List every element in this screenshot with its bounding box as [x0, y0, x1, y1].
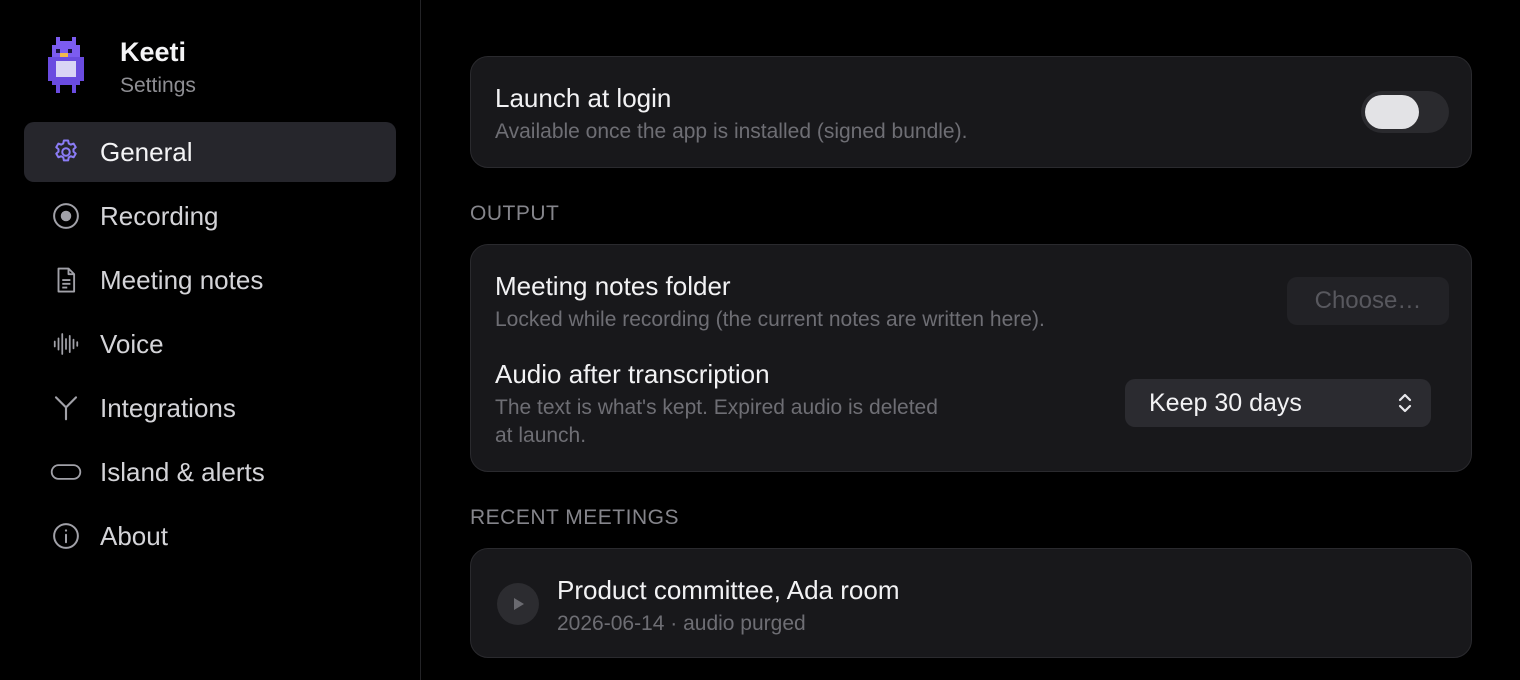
sidebar-item-island-alerts[interactable]: Island & alerts	[24, 442, 396, 502]
launch-at-login-description: Available once the app is installed (sig…	[495, 120, 968, 143]
sidebar-item-meeting-notes[interactable]: Meeting notes	[24, 250, 396, 310]
sidebar-item-voice[interactable]: Voice	[24, 314, 396, 374]
keeti-bird-logo	[48, 37, 84, 93]
sidebar-item-label: Meeting notes	[100, 264, 264, 295]
sidebar-item-label: General	[100, 136, 193, 167]
choose-folder-button[interactable]: Choose…	[1287, 277, 1449, 325]
audio-after-transcription-title: Audio after transcription	[495, 359, 770, 389]
sidebar-item-label: Island & alerts	[100, 456, 265, 487]
info-icon	[50, 520, 82, 552]
app-name: Keeti	[120, 37, 187, 67]
pill-icon	[50, 456, 82, 488]
settings-window: Keeti Settings General Recording Meeting…	[0, 0, 1520, 680]
sidebar-nav: General Recording Meeting notes Voice In…	[24, 122, 396, 570]
meeting-title: Product committee, Ada room	[557, 575, 900, 605]
toggle-knob	[1365, 95, 1419, 129]
sidebar: Keeti Settings General Recording Meeting…	[0, 0, 421, 680]
audio-retention-value: Keep 30 days	[1149, 388, 1302, 417]
record-icon	[50, 200, 82, 232]
launch-at-login-toggle[interactable]	[1361, 91, 1449, 133]
sidebar-item-recording[interactable]: Recording	[24, 186, 396, 246]
launch-at-login-card: Launch at login Available once the app i…	[470, 56, 1472, 168]
general-settings-pane: Launch at login Available once the app i…	[422, 0, 1520, 680]
sidebar-item-label: Recording	[100, 200, 219, 231]
meeting-notes-folder-title: Meeting notes folder	[495, 271, 731, 301]
gear-icon	[50, 136, 82, 168]
audio-retention-select[interactable]: Keep 30 days	[1125, 379, 1431, 427]
meeting-meta: 2026-06-14 · audio purged	[557, 612, 806, 635]
waveform-icon	[50, 328, 82, 360]
output-card: Meeting notes folder Locked while record…	[470, 244, 1472, 472]
launch-at-login-title: Launch at login	[495, 83, 672, 113]
play-icon[interactable]	[497, 583, 539, 625]
sidebar-item-integrations[interactable]: Integrations	[24, 378, 396, 438]
recent-meetings-card: Product committee, Ada room 2026-06-14 ·…	[470, 548, 1472, 658]
sidebar-item-about[interactable]: About	[24, 506, 396, 566]
sidebar-item-label: Integrations	[100, 392, 236, 423]
brand-header: Keeti Settings	[48, 36, 196, 98]
output-section-label: OUTPUT	[470, 202, 560, 225]
recent-meetings-section-label: RECENT MEETINGS	[470, 506, 679, 529]
sidebar-item-label: About	[100, 520, 168, 551]
meeting-notes-folder-description: Locked while recording (the current note…	[495, 308, 1045, 331]
fork-icon	[50, 392, 82, 424]
sidebar-item-general[interactable]: General	[24, 122, 396, 182]
chevron-up-down-icon	[1398, 393, 1412, 413]
sidebar-item-label: Voice	[100, 328, 164, 359]
document-icon	[50, 264, 82, 296]
app-subtitle: Settings	[120, 74, 196, 97]
audio-after-transcription-description: The text is what's kept. Expired audio i…	[495, 396, 938, 447]
